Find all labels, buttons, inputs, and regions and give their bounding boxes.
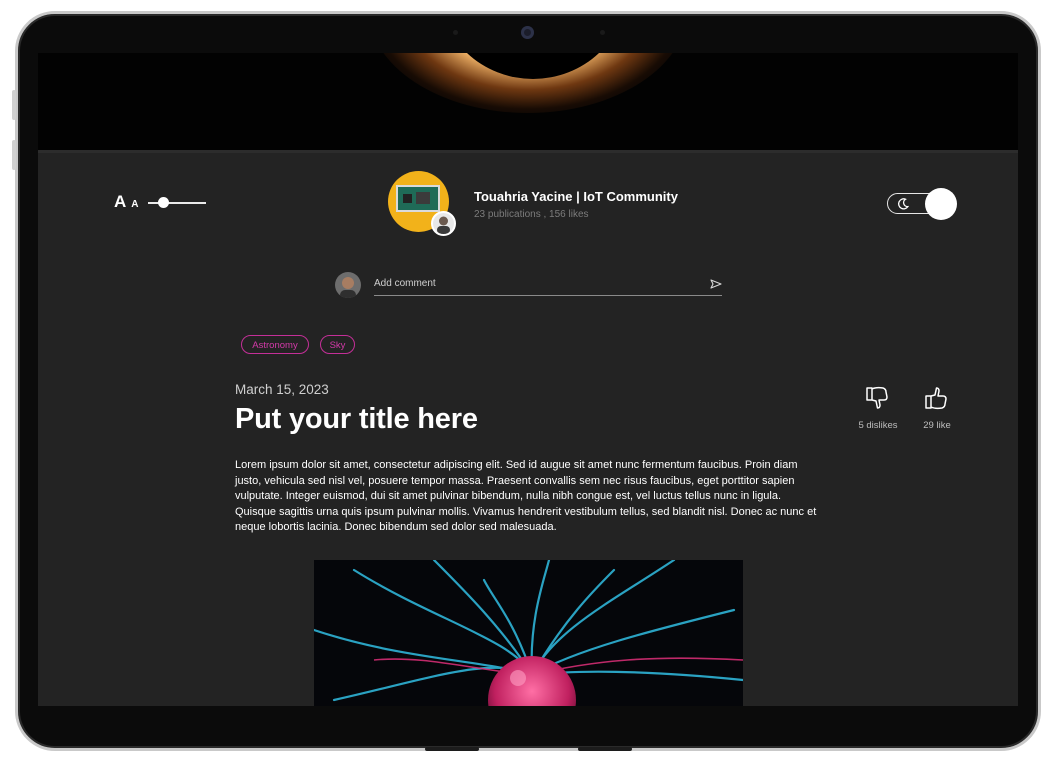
front-camera — [521, 26, 534, 39]
thumbs-down-icon[interactable] — [864, 385, 890, 411]
author-name[interactable]: Touahria Yacine | IoT Community — [474, 189, 678, 204]
tag-sky[interactable]: Sky — [320, 335, 355, 354]
dark-mode-toggle-knob[interactable] — [925, 188, 957, 220]
font-size-slider-handle[interactable] — [158, 197, 169, 208]
moon-icon — [898, 198, 910, 210]
post-date: March 15, 2023 — [235, 382, 329, 397]
plasma-ball-image — [314, 560, 743, 706]
font-size-control: A A — [114, 193, 139, 210]
app-screen: A A Touahria Yacine | IoT Community 23 p… — [38, 53, 1018, 706]
author-avatar[interactable] — [431, 211, 456, 236]
likes-count: 29 like — [923, 420, 951, 431]
post-body: Lorem ipsum dolor sit amet, consectetur … — [235, 459, 817, 534]
tablet-side-button — [12, 90, 16, 120]
send-icon[interactable] — [710, 279, 722, 289]
font-size-slider-track[interactable] — [148, 202, 206, 204]
author-stats: 23 publications , 156 likes — [474, 209, 589, 220]
hero-divider — [38, 150, 1018, 153]
tag-astronomy[interactable]: Astronomy — [241, 335, 309, 354]
commenter-avatar — [335, 272, 361, 298]
font-size-small-label: A — [131, 199, 139, 210]
sensor — [600, 30, 605, 35]
circuit-board-image — [396, 185, 440, 212]
thumbs-up-icon[interactable] — [923, 385, 949, 411]
tablet-bottom-button — [425, 747, 479, 751]
hero-eclipse-image — [38, 53, 1018, 150]
comment-input[interactable]: Add comment — [374, 275, 722, 296]
tablet-side-button — [12, 140, 16, 170]
dislikes-count: 5 dislikes — [858, 420, 898, 431]
sensor — [453, 30, 458, 35]
tablet-bottom-button — [578, 747, 632, 751]
post-title: Put your title here — [235, 403, 478, 435]
font-size-large-label: A — [114, 192, 127, 211]
